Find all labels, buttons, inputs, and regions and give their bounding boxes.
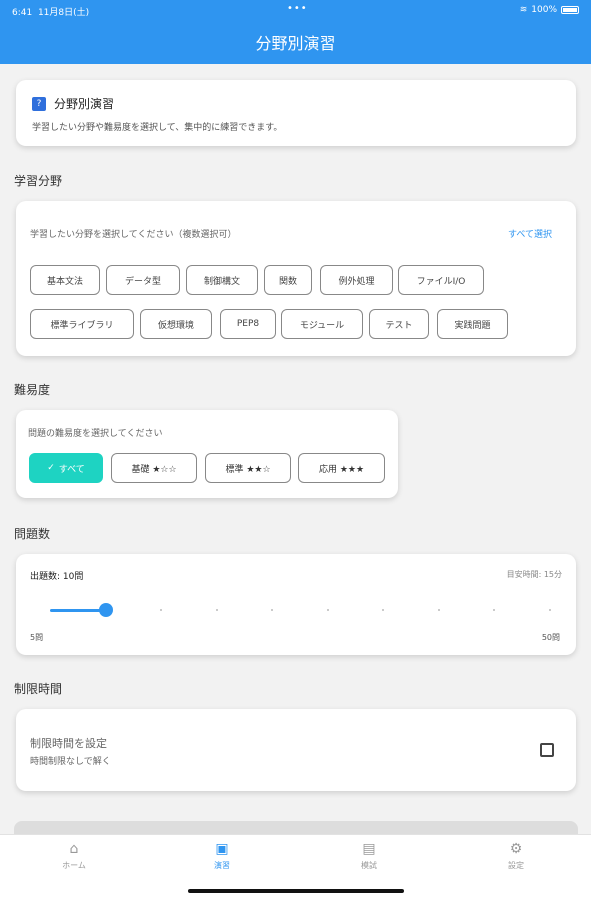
difficulty-section-title: 難易度 [14, 383, 51, 397]
home-icon: ⌂ [69, 841, 79, 857]
tab-label: ホーム [62, 861, 86, 870]
fields-card: 学習したい分野を選択してください（複数選択可） すべて選択 基本文法 データ型 … [16, 201, 576, 356]
slider-tick [326, 609, 329, 611]
field-chip[interactable]: ファイルI/O [398, 265, 484, 295]
field-chip[interactable]: 例外処理 [320, 265, 393, 295]
slider-tick [271, 609, 274, 611]
multitask-dots[interactable]: ••• [287, 3, 308, 14]
slider-tick [215, 609, 218, 611]
slider-tick [382, 609, 385, 611]
field-chip[interactable]: 制御構文 [186, 265, 258, 295]
quiz-icon: ? [32, 96, 46, 111]
fields-hint: 学習したい分野を選択してください（複数選択可） [30, 230, 237, 240]
difficulty-chip-basic[interactable]: 基礎 ★☆☆ [111, 453, 197, 483]
slider-fill [50, 609, 106, 612]
page-title: 分野別演習 [255, 34, 336, 53]
select-all-button[interactable]: すべて選択 [508, 227, 552, 240]
intro-title-text: 分野別演習 [54, 97, 115, 111]
count-card: 出題数: 10問 目安時間: 15分 5問 50問 [16, 554, 576, 655]
field-chip[interactable]: 標準ライブラリ [30, 309, 134, 339]
intro-title: ? 分野別演習 [32, 95, 114, 112]
difficulty-chip-all[interactable]: ✓ すべて [29, 453, 103, 483]
tab-mock-exam[interactable]: ▤ 模試 [329, 841, 409, 871]
slider-tick [160, 609, 163, 611]
field-chip[interactable]: モジュール [281, 309, 363, 339]
field-chip[interactable]: 基本文法 [30, 265, 100, 295]
slider-thumb[interactable] [98, 603, 113, 617]
field-chip[interactable]: 関数 [264, 265, 312, 295]
field-chip[interactable]: データ型 [106, 265, 180, 295]
tab-label: 模試 [361, 861, 377, 870]
difficulty-chip-advanced[interactable]: 応用 ★★★ [298, 453, 385, 483]
slider-tick [549, 609, 551, 611]
difficulty-chip-standard[interactable]: 標準 ★★☆ [205, 453, 291, 483]
slider-max-label: 50問 [541, 633, 560, 642]
timer-label: 制限時間を設定 [30, 737, 107, 750]
difficulty-card: 問題の難易度を選択してください ✓ すべて 基礎 ★☆☆ 標準 ★★☆ 応用 ★… [16, 410, 398, 498]
intro-card: ? 分野別演習 学習したい分野や難易度を選択して、集中的に練習できます。 [16, 80, 576, 146]
intro-description: 学習したい分野や難易度を選択して、集中的に練習できます。 [32, 123, 283, 133]
slider-tick [437, 609, 440, 611]
slider-tick [493, 609, 496, 611]
tab-settings[interactable]: ⚙ 設定 [476, 841, 556, 871]
wifi-icon: ≋ [519, 5, 528, 15]
tab-practice[interactable]: ▣ 演習 [182, 841, 262, 871]
timer-sublabel: 時間制限なしで解く [30, 757, 111, 767]
difficulty-hint: 問題の難易度を選択してください [28, 429, 163, 439]
status-bar: 6:41 11月8日(土) ••• ≋ 100% [0, 0, 591, 20]
status-time: 6:41 11月8日(土) [12, 8, 90, 18]
count-section-title: 問題数 [14, 527, 51, 541]
gear-icon: ⚙ [509, 841, 523, 857]
home-indicator [188, 889, 404, 893]
tab-home[interactable]: ⌂ ホーム [34, 841, 114, 871]
timer-card[interactable]: 制限時間を設定 時間制限なしで解く [16, 709, 576, 791]
count-label: 出題数: 10問 [30, 572, 84, 582]
timer-section-title: 制限時間 [14, 682, 63, 696]
tab-label: 設定 [508, 861, 524, 870]
field-chip[interactable]: 実践問題 [437, 309, 508, 339]
estimate-time: 目安時間: 15分 [506, 570, 562, 579]
slider-min-label: 5問 [30, 633, 44, 642]
fields-section-title: 学習分野 [14, 174, 63, 188]
field-chip[interactable]: 仮想環境 [140, 309, 212, 339]
field-chip[interactable]: テスト [369, 309, 429, 339]
field-chip[interactable]: PEP8 [220, 309, 276, 339]
difficulty-chip-label: すべて [58, 464, 85, 475]
battery-icon [561, 6, 579, 14]
app-bar: 分野別演習 [0, 20, 591, 64]
tab-label: 演習 [214, 861, 230, 870]
exam-icon: ▤ [362, 841, 376, 857]
timer-checkbox[interactable] [540, 743, 554, 757]
battery-percent: 100% [531, 5, 557, 15]
quiz-icon: ▣ [215, 841, 229, 857]
check-icon: ✓ [47, 463, 55, 473]
status-right: ≋ 100% [520, 5, 579, 15]
